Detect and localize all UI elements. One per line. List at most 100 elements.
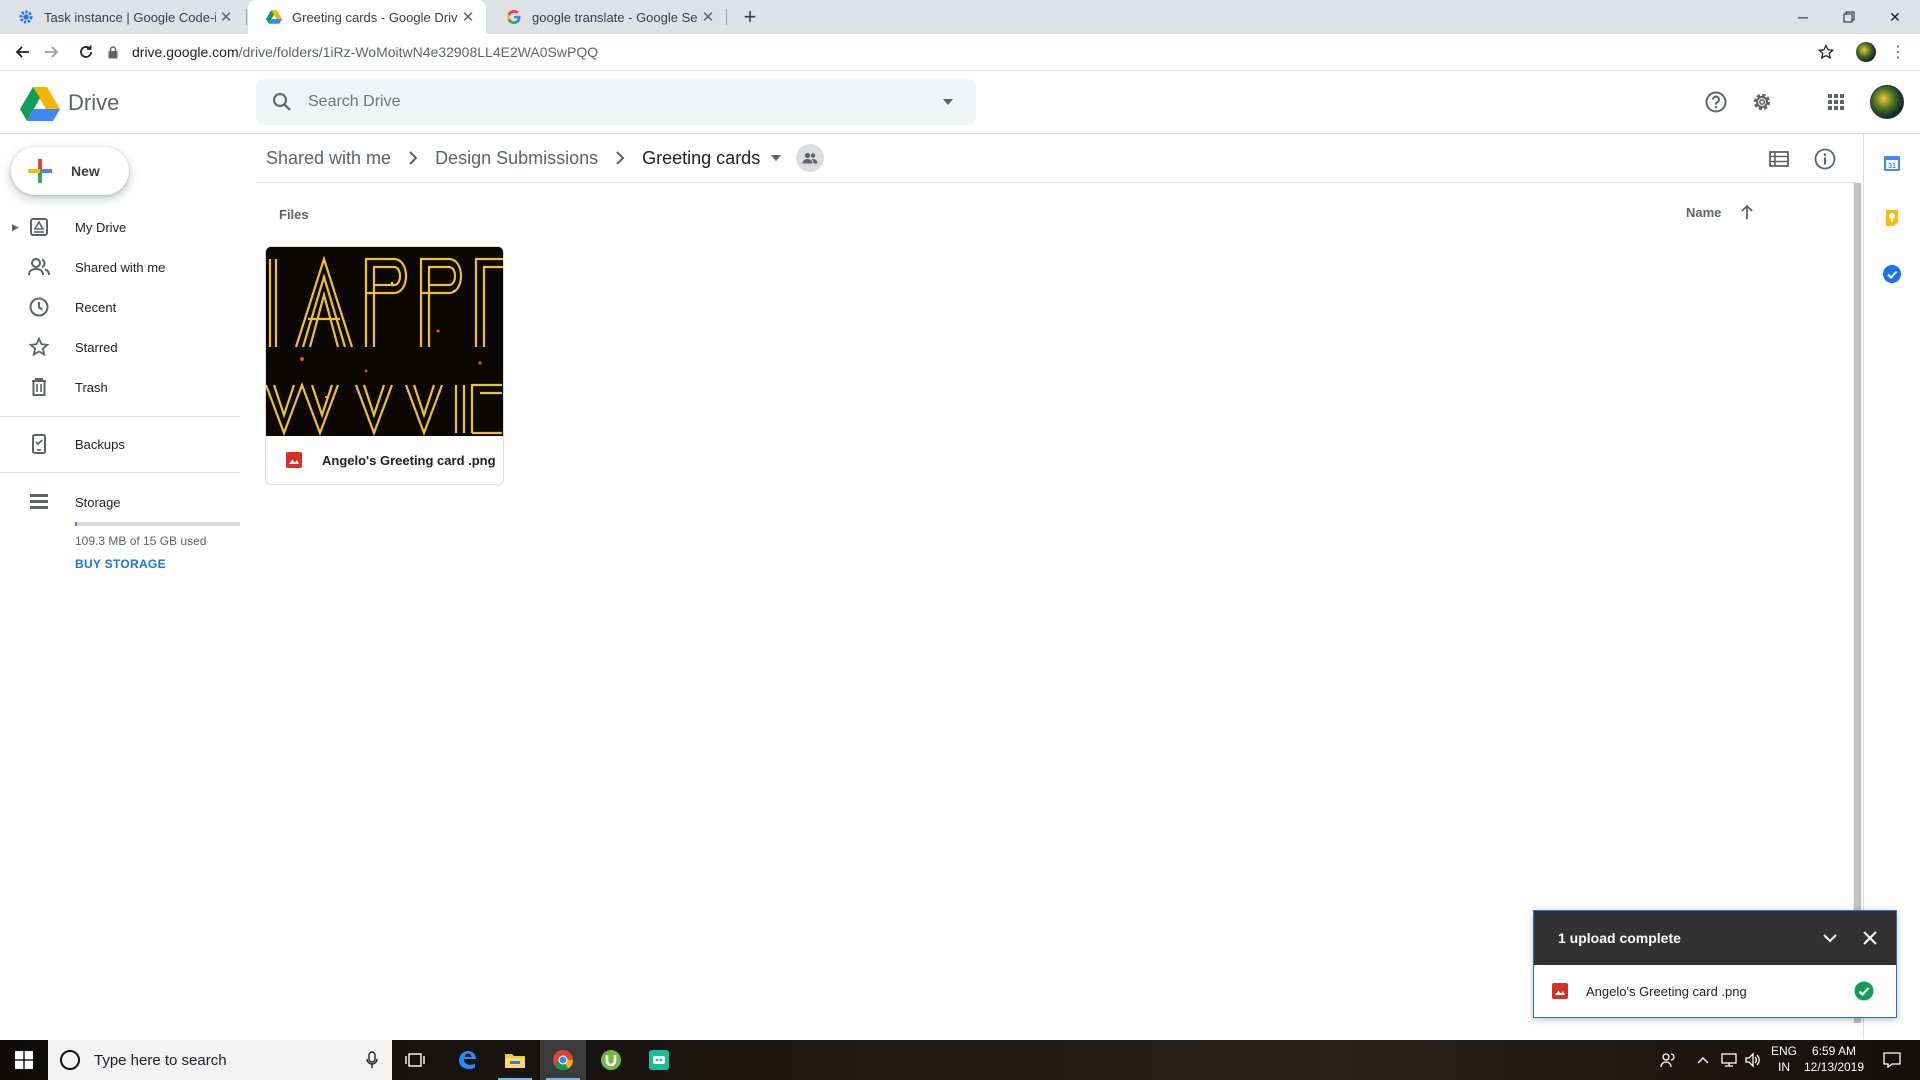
- nav-label: Trash: [75, 379, 108, 395]
- nav-my-drive[interactable]: ▶ My Drive: [0, 207, 256, 247]
- nav-storage[interactable]: Storage: [0, 482, 256, 522]
- list-view-icon[interactable]: [1764, 144, 1794, 174]
- file-thumbnail[interactable]: [266, 247, 503, 436]
- cortana-icon: [60, 1050, 80, 1070]
- edge-browser-icon[interactable]: [444, 1040, 490, 1080]
- reload-icon[interactable]: [74, 40, 98, 64]
- drive-icon: [266, 9, 282, 25]
- tasks-icon[interactable]: [1882, 264, 1902, 284]
- window-close-icon[interactable]: ✕: [1872, 0, 1918, 34]
- profile-avatar[interactable]: [1854, 40, 1878, 64]
- utorrent-icon[interactable]: [588, 1040, 634, 1080]
- account-avatar[interactable]: [1870, 85, 1904, 119]
- people-icon: [28, 256, 50, 278]
- url-host: drive.google.com: [132, 44, 239, 60]
- nav-label: Backups: [75, 436, 125, 452]
- nav-trash[interactable]: Trash: [0, 367, 256, 407]
- tab-google-search[interactable]: google translate - Google Search ✕: [488, 0, 726, 34]
- settings-gear-icon[interactable]: [1747, 87, 1777, 117]
- microphone-icon[interactable]: [366, 1051, 378, 1069]
- breadcrumb-design-submissions[interactable]: Design Submissions: [425, 144, 608, 173]
- address-bar[interactable]: drive.google.com/drive/folders/1iRz-WoMo…: [108, 40, 1780, 64]
- trash-icon: [28, 376, 50, 398]
- nav-label: My Drive: [75, 219, 127, 235]
- upload-file-name: Angelo's Greeting card .png: [1586, 983, 1747, 999]
- volume-icon[interactable]: [1740, 1040, 1766, 1080]
- breadcrumb-greeting-cards[interactable]: Greeting cards: [632, 144, 770, 173]
- scrollbar-thumb[interactable]: [1854, 183, 1861, 1023]
- buy-storage-link[interactable]: BUY STORAGE: [75, 557, 166, 571]
- task-view-icon[interactable]: [392, 1040, 438, 1080]
- taskbar-search-box[interactable]: Type here to search: [48, 1040, 392, 1080]
- search-input[interactable]: [306, 92, 942, 112]
- nav-backups[interactable]: Backups: [0, 424, 256, 464]
- clock-icon: [28, 296, 50, 318]
- arrow-up-icon[interactable]: [1740, 204, 1754, 220]
- chevron-up-icon[interactable]: [1690, 1040, 1716, 1080]
- tab-title: Greeting cards - Google Drive: [292, 9, 458, 25]
- breadcrumb-shared-with-me[interactable]: Shared with me: [256, 144, 401, 173]
- forward-icon[interactable]: [40, 40, 64, 64]
- network-icon[interactable]: [1716, 1040, 1742, 1080]
- nav-starred[interactable]: Starred: [0, 327, 256, 367]
- image-file-icon: [1552, 983, 1568, 999]
- restore-icon[interactable]: [1826, 0, 1872, 34]
- url-path: /drive/folders/1iRz-WoMoitwN4e32908LL4E2…: [238, 44, 599, 60]
- bookmark-star-icon[interactable]: [1814, 40, 1838, 64]
- close-icon[interactable]: ✕: [458, 8, 478, 26]
- apps-grid-icon[interactable]: [1821, 87, 1851, 117]
- google-icon: [506, 9, 522, 25]
- breadcrumb: Shared with me Design Submissions Greeti…: [256, 134, 1856, 182]
- close-icon[interactable]: ✕: [216, 8, 236, 26]
- new-button[interactable]: New: [11, 147, 129, 195]
- plus-icon: [27, 158, 53, 184]
- tab-code-in[interactable]: Task instance | Google Code-in ✕: [0, 0, 244, 34]
- language-code: ENG: [1770, 1044, 1797, 1058]
- help-icon[interactable]: [1701, 87, 1731, 117]
- info-icon[interactable]: [1810, 144, 1840, 174]
- nav-label: Recent: [75, 299, 117, 315]
- upload-item-row[interactable]: Angelo's Greeting card .png: [1534, 965, 1896, 1017]
- input-language-indicator[interactable]: ENG IN: [1768, 1043, 1800, 1075]
- back-icon[interactable]: [10, 40, 34, 64]
- app-name[interactable]: Drive: [68, 90, 119, 116]
- file-name: Angelo's Greeting card .png: [322, 452, 496, 468]
- scrollbar[interactable]: [1853, 183, 1862, 1023]
- calendar-icon[interactable]: 31: [1882, 153, 1902, 173]
- search-bar[interactable]: [256, 79, 976, 125]
- close-icon[interactable]: [1856, 931, 1884, 945]
- windows-start-icon[interactable]: [0, 1040, 48, 1080]
- chevron-right-icon: [401, 151, 425, 165]
- keep-icon[interactable]: [1882, 208, 1902, 228]
- minimize-icon[interactable]: ─: [1780, 0, 1826, 34]
- search-icon[interactable]: [272, 92, 292, 112]
- chrome-icon[interactable]: [540, 1040, 586, 1080]
- game-app-icon[interactable]: [636, 1040, 682, 1080]
- close-icon[interactable]: ✕: [698, 8, 718, 26]
- expand-arrow-icon[interactable]: ▶: [12, 222, 19, 233]
- new-tab-button[interactable]: +: [736, 0, 764, 34]
- chevron-right-icon: [608, 151, 632, 165]
- nav-recent[interactable]: Recent: [0, 287, 256, 327]
- sort-by-name-button[interactable]: Name: [1686, 205, 1721, 220]
- nav-shared-with-me[interactable]: Shared with me: [0, 247, 256, 287]
- people-tray-icon[interactable]: [1648, 1040, 1688, 1080]
- notifications-icon[interactable]: [1872, 1040, 1912, 1080]
- tab-google-drive[interactable]: Greeting cards - Google Drive ✕: [248, 0, 486, 34]
- tab-separator: [726, 9, 727, 25]
- folder-menu-dropdown-icon[interactable]: [770, 154, 782, 162]
- collapse-chevron-icon[interactable]: [1816, 933, 1844, 943]
- clock-date: 12/13/2019: [1803, 1060, 1865, 1074]
- file-name-row[interactable]: Angelo's Greeting card .png: [266, 436, 503, 484]
- nav-label: Shared with me: [75, 259, 166, 275]
- file-card[interactable]: Angelo's Greeting card .png: [265, 246, 504, 485]
- shared-folder-icon[interactable]: [796, 144, 825, 172]
- drive-logo-icon[interactable]: [20, 87, 60, 121]
- check-circle-icon: [1854, 981, 1874, 1001]
- system-clock[interactable]: 6:59 AM 12/13/2019: [1800, 1043, 1868, 1075]
- backup-device-icon: [28, 433, 50, 455]
- search-options-icon[interactable]: [942, 98, 954, 106]
- chrome-menu-icon[interactable]: ⋮: [1886, 40, 1910, 64]
- file-explorer-icon[interactable]: [492, 1040, 538, 1080]
- upload-panel-header: 1 upload complete: [1534, 911, 1896, 965]
